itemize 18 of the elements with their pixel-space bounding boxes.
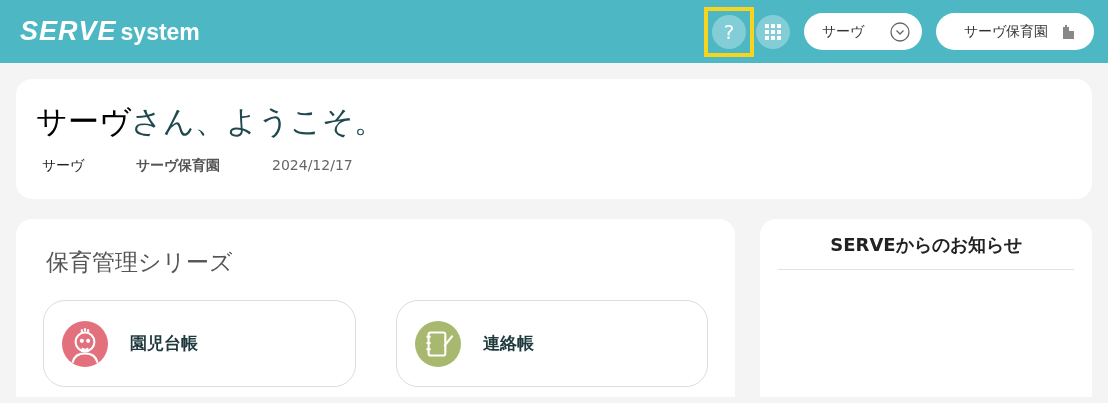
- series-title: 保育管理シリーズ: [46, 248, 234, 277]
- logo-text: SERVE: [20, 16, 117, 47]
- grid-icon: [765, 23, 781, 40]
- building-icon: [1060, 23, 1076, 40]
- date-text: 2024/12/17: [272, 157, 353, 175]
- chevron-down-icon: [890, 21, 910, 42]
- app-tile[interactable]: 園児台帳: [43, 300, 356, 387]
- user-name: サーヴ: [42, 157, 84, 175]
- news-title: SERVEからのお知らせ: [778, 233, 1074, 270]
- facility-button[interactable]: サーヴ保育園: [936, 13, 1094, 50]
- welcome-heading: サーヴさん、ようこそ。: [36, 102, 386, 141]
- user-menu-button[interactable]: サーヴ: [804, 13, 922, 50]
- facility-name: サーヴ保育園: [136, 157, 220, 175]
- app-tile[interactable]: 連絡帳: [395, 300, 708, 387]
- logo-subtext: system: [120, 19, 200, 46]
- apps-grid-button[interactable]: [756, 14, 790, 49]
- notebook-pen-icon: [414, 320, 461, 367]
- child-face-icon: [62, 320, 108, 367]
